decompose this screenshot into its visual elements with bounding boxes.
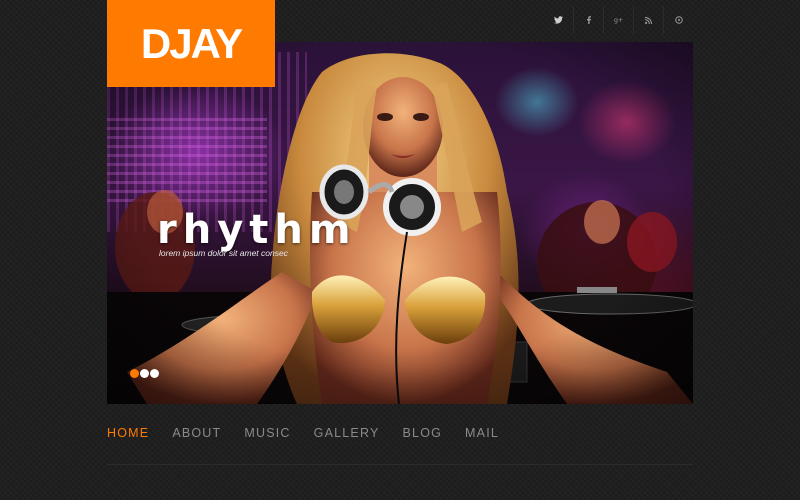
nav-about[interactable]: ABOUT <box>172 426 221 440</box>
logo-text: DJAY <box>140 19 243 67</box>
dribbble-icon[interactable] <box>663 6 693 34</box>
nav-music[interactable]: MUSIC <box>244 426 290 440</box>
slider-pagination <box>130 369 159 378</box>
svg-text:g+: g+ <box>614 17 623 24</box>
slider-dot-3[interactable] <box>150 369 159 378</box>
google-plus-icon[interactable]: g+ <box>603 6 633 34</box>
slider-dot-2[interactable] <box>140 369 149 378</box>
main-nav: HOME ABOUT MUSIC GALLERY BLOG MAIL <box>107 426 499 440</box>
nav-blog[interactable]: BLOG <box>403 426 443 440</box>
slide-title: rhythm <box>157 207 357 253</box>
rss-icon[interactable] <box>633 6 663 34</box>
facebook-icon[interactable] <box>573 6 603 34</box>
nav-divider <box>107 464 693 465</box>
hero-slider[interactable]: rhythm lorem ipsum dolor sit amet consec <box>107 42 693 404</box>
twitter-icon[interactable] <box>544 6 573 34</box>
logo[interactable]: DJAY <box>107 0 275 87</box>
nav-home[interactable]: HOME <box>107 426 149 440</box>
slider-dot-1[interactable] <box>130 369 139 378</box>
social-links: g+ <box>544 6 693 34</box>
slide-subtitle: lorem ipsum dolor sit amet consec <box>159 248 288 258</box>
nav-mail[interactable]: MAIL <box>465 426 499 440</box>
nav-gallery[interactable]: GALLERY <box>314 426 380 440</box>
